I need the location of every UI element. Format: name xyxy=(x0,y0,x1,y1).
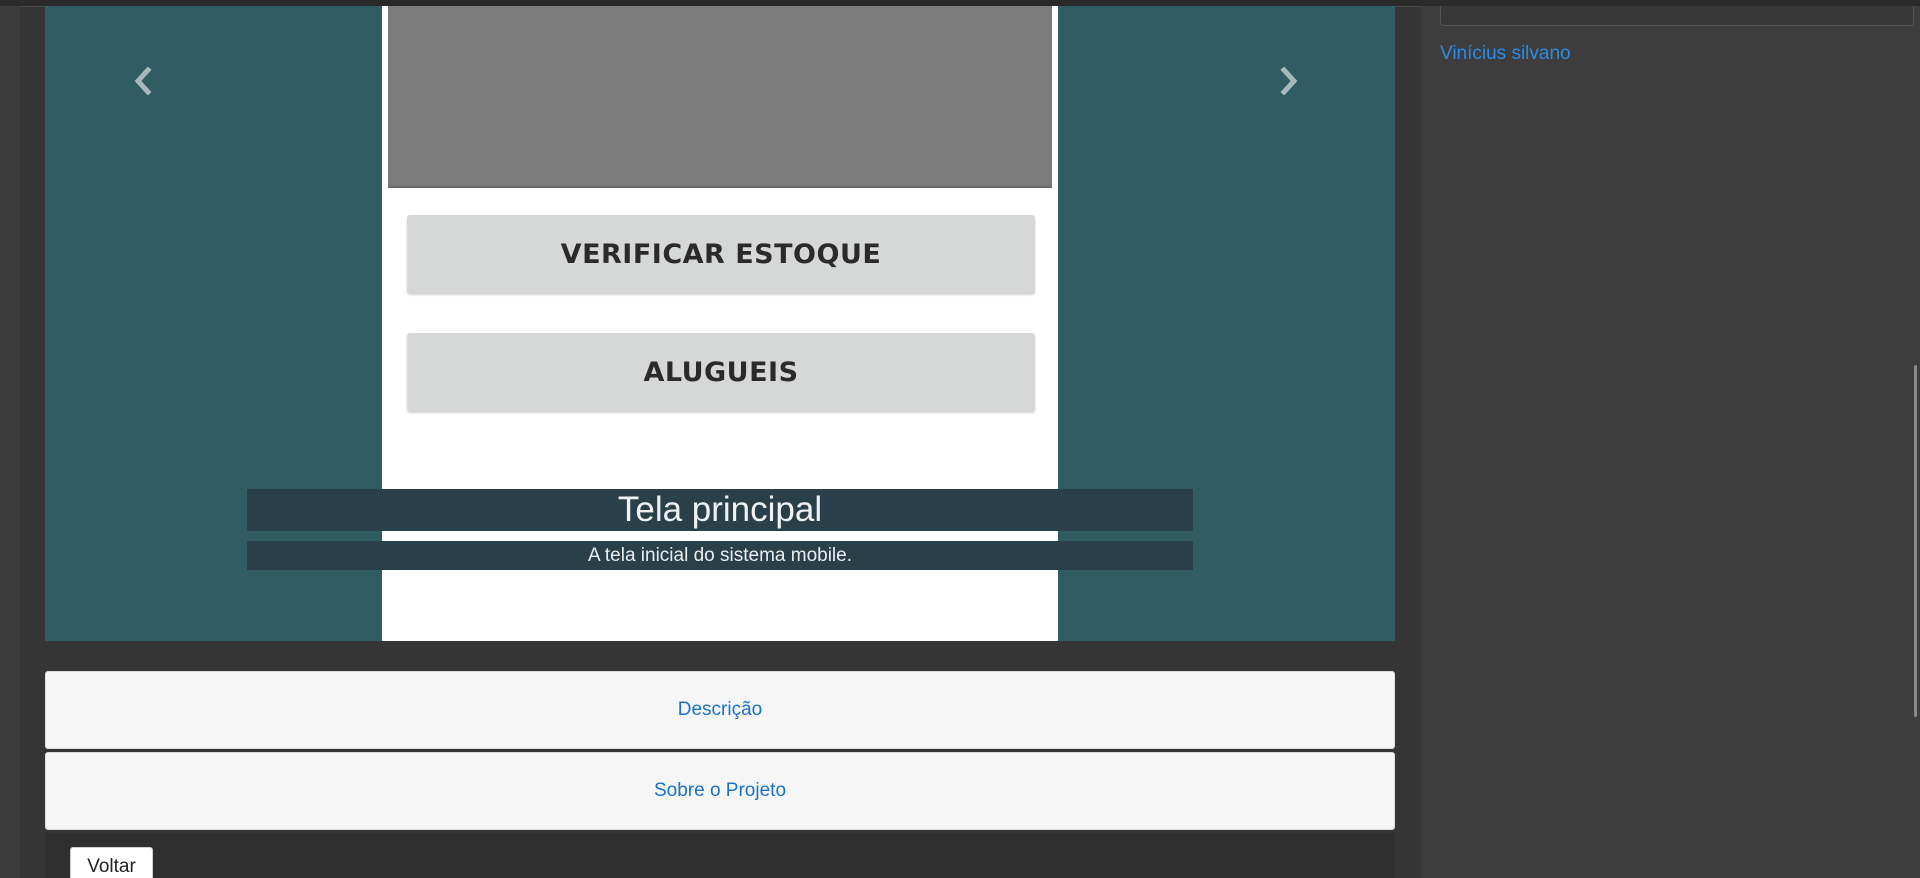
chevron-right-icon xyxy=(1280,67,1298,95)
left-gutter xyxy=(0,6,20,878)
chevron-left-icon xyxy=(134,67,152,95)
accordion-panel-sobre-projeto[interactable]: Sobre o Projeto xyxy=(45,752,1395,830)
page: VERIFICAR ESTOQUE ALUGUEIS Tela principa… xyxy=(0,0,1920,878)
phone-button-alugueis: ALUGUEIS xyxy=(407,333,1035,411)
right-sidebar xyxy=(1421,6,1920,878)
carousel-next-control[interactable] xyxy=(1269,61,1309,101)
sidebar-card xyxy=(1440,6,1914,26)
carousel-caption-title: Tela principal xyxy=(247,489,1193,531)
accordion-panel-descricao[interactable]: Descrição xyxy=(45,671,1395,749)
sobre-projeto-link[interactable]: Sobre o Projeto xyxy=(654,780,786,802)
phone-button-verificar-estoque: VERIFICAR ESTOQUE xyxy=(407,215,1035,293)
descricao-link[interactable]: Descrição xyxy=(678,699,762,721)
screenshot-carousel: VERIFICAR ESTOQUE ALUGUEIS Tela principa… xyxy=(45,6,1395,641)
carousel-prev-control[interactable] xyxy=(123,61,163,101)
footer-area xyxy=(45,833,1395,878)
author-link[interactable]: Vinícius silvano xyxy=(1440,43,1571,65)
back-button[interactable]: Voltar xyxy=(70,847,153,878)
scrollbar-thumb[interactable] xyxy=(1914,365,1917,717)
phone-header-image xyxy=(388,6,1052,188)
carousel-caption-text: A tela inicial do sistema mobile. xyxy=(247,541,1193,570)
